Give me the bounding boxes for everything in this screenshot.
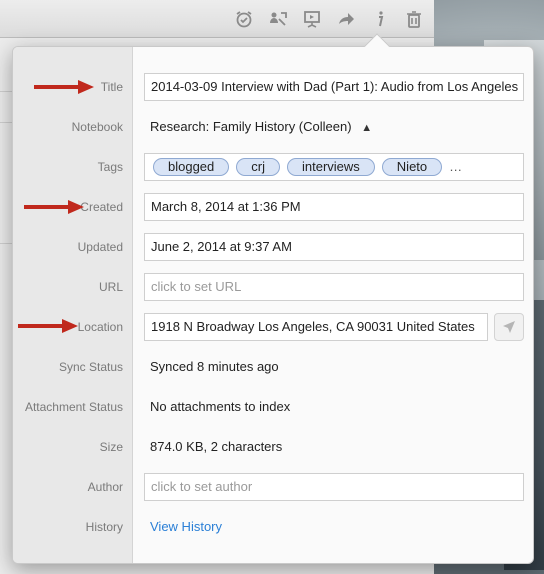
author-field[interactable]: click to set author	[144, 473, 524, 501]
view-history-link[interactable]: View History	[150, 507, 222, 547]
location-arrow-icon	[503, 321, 515, 333]
tags-row: Tags blogged crj interviews Nieto …	[13, 147, 533, 187]
location-row: Location 1918 N Broadway Los Angeles, CA…	[13, 307, 533, 347]
sync-value: Synced 8 minutes ago	[150, 359, 279, 374]
author-label: Author	[87, 480, 123, 494]
reminder-icon[interactable]	[232, 7, 256, 31]
size-label: Size	[99, 440, 123, 454]
author-row: Author click to set author	[13, 467, 533, 507]
note-info-popover: Title 2014-03-09 Interview with Dad (Par…	[12, 46, 534, 564]
title-field[interactable]: 2014-03-09 Interview with Dad (Part 1): …	[144, 73, 524, 101]
notebook-value: Research: Family History (Colleen)	[150, 119, 352, 134]
attachment-value: No attachments to index	[150, 399, 291, 414]
work-chat-icon[interactable]	[266, 7, 290, 31]
url-label: URL	[98, 280, 123, 294]
notebook-select[interactable]: Research: Family History (Colleen) ▲	[150, 107, 372, 147]
tags-overflow: …	[449, 159, 463, 174]
notebook-label: Notebook	[71, 120, 123, 134]
updated-label: Updated	[77, 240, 123, 254]
notebook-row: Notebook Research: Family History (Colle…	[13, 107, 533, 147]
updated-row: Updated June 2, 2014 at 9:37 AM	[13, 227, 533, 267]
annotation-arrow-location	[18, 319, 78, 333]
trash-icon[interactable]	[402, 7, 426, 31]
chevron-updown-icon: ▲	[361, 122, 373, 134]
forward-icon[interactable]	[334, 7, 358, 31]
location-field[interactable]: 1918 N Broadway Los Angeles, CA 90031 Un…	[144, 313, 488, 341]
tag-nieto[interactable]: Nieto	[381, 158, 443, 176]
sync-row: Sync Status Synced 8 minutes ago	[13, 347, 533, 387]
url-row: URL click to set URL	[13, 267, 533, 307]
created-row: Created March 8, 2014 at 1:36 PM	[13, 187, 533, 227]
tag-blogged[interactable]: blogged	[153, 158, 230, 176]
note-toolbar	[0, 0, 434, 38]
tags-field[interactable]: blogged crj interviews Nieto …	[144, 153, 524, 181]
history-label: History	[85, 520, 123, 534]
tag-interviews[interactable]: interviews	[287, 158, 375, 176]
presentation-icon[interactable]	[300, 7, 324, 31]
updated-field[interactable]: June 2, 2014 at 9:37 AM	[144, 233, 524, 261]
annotation-arrow-title	[34, 80, 94, 94]
tags-label: Tags	[97, 160, 123, 174]
sync-label: Sync Status	[58, 360, 123, 374]
created-field[interactable]: March 8, 2014 at 1:36 PM	[144, 193, 524, 221]
size-row: Size 874.0 KB, 2 characters	[13, 427, 533, 467]
tag-crj[interactable]: crj	[236, 158, 280, 176]
annotation-arrow-created	[24, 200, 84, 214]
info-icon[interactable]	[368, 7, 392, 31]
attachment-row: Attachment Status No attachments to inde…	[13, 387, 533, 427]
attachment-label: Attachment Status	[24, 400, 123, 414]
locate-button[interactable]	[494, 313, 524, 341]
url-field[interactable]: click to set URL	[144, 273, 524, 301]
size-value: 874.0 KB, 2 characters	[150, 439, 283, 454]
history-row: History View History	[13, 507, 533, 547]
